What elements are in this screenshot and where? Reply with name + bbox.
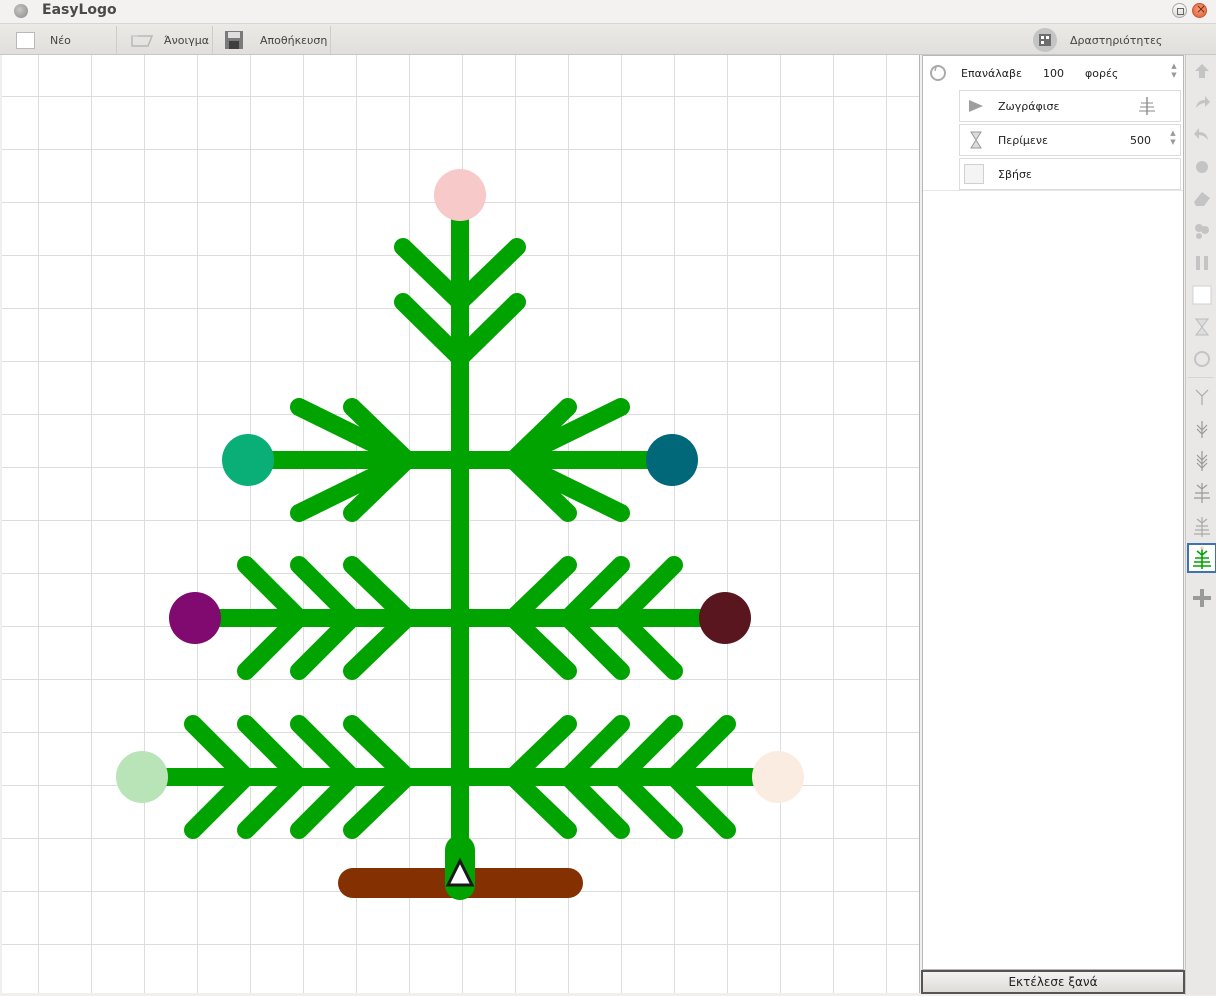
undo-icon[interactable] — [1190, 123, 1214, 147]
redo-icon[interactable] — [1190, 91, 1214, 115]
hourglass-icon[interactable] — [1190, 315, 1214, 339]
tree-step4-icon[interactable] — [1190, 481, 1214, 505]
wait-block[interactable]: Περίμενε 500 ▲ ▼ — [959, 124, 1181, 156]
clear-label: Σβήσε — [998, 167, 1032, 181]
open-button[interactable]: Άνοιγμα — [130, 27, 209, 53]
program-panel: Επανάλαβε 100 φορές ▲ ▼ Ζωγράφισε Περίμεν… — [922, 55, 1184, 970]
save-label: Αποθήκευση — [260, 33, 328, 47]
open-label: Άνοιγμα — [164, 33, 209, 47]
draw-label: Ζωγράφισε — [998, 99, 1060, 113]
wait-label: Περίμενε — [998, 133, 1048, 147]
command-sidebar — [1185, 55, 1216, 995]
new-button[interactable]: Νέο — [16, 27, 71, 53]
tree-step6-icon[interactable] — [1187, 543, 1216, 573]
close-button[interactable] — [1192, 2, 1207, 18]
square-icon[interactable] — [1190, 283, 1214, 307]
activities-icon — [1033, 28, 1057, 52]
arrow-up-icon[interactable] — [1190, 59, 1214, 83]
save-disk-icon — [225, 31, 243, 49]
maximize-button[interactable] — [1172, 3, 1187, 18]
clear-block[interactable]: Σβήσε — [959, 158, 1181, 190]
activities-label: Δραστηριότητες — [1070, 33, 1163, 47]
eraser-icon[interactable] — [1190, 187, 1214, 211]
clear-icon — [964, 164, 984, 184]
repeat-label: Επανάλαβε — [961, 66, 1022, 80]
new-label: Νέο — [50, 33, 71, 47]
drawing-canvas[interactable] — [2, 55, 920, 993]
save-button[interactable]: Αποθήκευση — [224, 27, 327, 53]
tree-preview-icon — [1139, 97, 1155, 115]
wait-value[interactable]: 500 — [1130, 134, 1151, 147]
activities-button[interactable]: Δραστηριότητες — [1032, 27, 1162, 53]
repeat-icon[interactable] — [1190, 347, 1214, 371]
tree-step1-icon[interactable] — [1190, 385, 1214, 409]
tree-step5-icon[interactable] — [1190, 515, 1214, 539]
tree-step3-icon[interactable] — [1190, 449, 1214, 473]
tree-drawing — [116, 169, 804, 900]
window-title: EasyLogo — [42, 2, 117, 18]
open-folder-icon — [131, 35, 154, 47]
title-bar: EasyLogo — [0, 0, 1216, 24]
draw-block[interactable]: Ζωγράφισε — [959, 90, 1181, 122]
repeat-block[interactable]: Επανάλαβε 100 φορές ▲ ▼ — [929, 62, 1179, 84]
repeat-count[interactable]: 100 — [1043, 67, 1085, 80]
add-icon[interactable] — [1190, 586, 1214, 610]
toolbar: Νέο Άνοιγμα Αποθήκευση Δραστηριότητες — [0, 24, 1216, 55]
repeat-unit: φορές — [1085, 66, 1119, 80]
hourglass-icon — [970, 131, 982, 149]
app-icon — [14, 4, 28, 18]
run-again-button[interactable]: Εκτέλεσε ξανά — [921, 970, 1185, 994]
pause-icon[interactable] — [1190, 251, 1214, 275]
dot-icon[interactable] — [1190, 155, 1214, 179]
shapes-icon[interactable] — [1190, 219, 1214, 243]
wait-spinner[interactable]: ▲ ▼ — [1168, 129, 1178, 151]
repeat-icon — [930, 65, 946, 81]
new-file-icon — [16, 31, 35, 49]
play-icon — [969, 100, 983, 112]
repeat-spinner[interactable]: ▲ ▼ — [1169, 62, 1179, 84]
tree-step2-icon[interactable] — [1190, 417, 1214, 441]
